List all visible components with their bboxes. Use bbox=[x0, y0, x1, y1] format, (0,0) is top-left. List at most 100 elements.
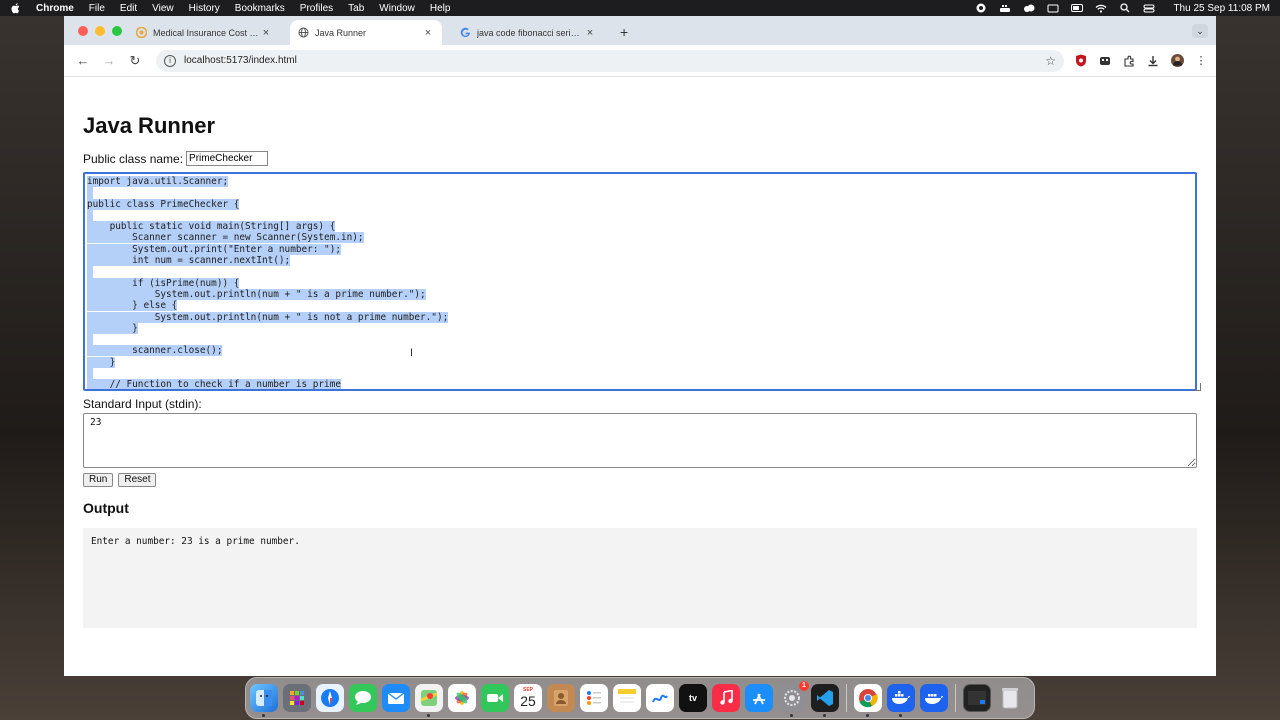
resize-handle[interactable] bbox=[1193, 383, 1201, 391]
menu-edit[interactable]: Edit bbox=[120, 3, 137, 14]
reminders-icon[interactable] bbox=[580, 684, 608, 712]
apple-icon[interactable] bbox=[10, 2, 22, 14]
cloud-icon[interactable] bbox=[1023, 3, 1035, 13]
notes-icon[interactable] bbox=[613, 684, 641, 712]
facetime-icon[interactable] bbox=[481, 684, 509, 712]
dock-separator bbox=[955, 684, 956, 712]
code-line-text: System.out.println(num + " is a prime nu… bbox=[87, 288, 426, 300]
menubar-clock[interactable]: Thu 25 Sep 11:08 PM bbox=[1173, 3, 1270, 14]
freeform-icon[interactable] bbox=[646, 684, 674, 712]
vscode-icon[interactable] bbox=[811, 684, 839, 717]
control-center-icon[interactable] bbox=[1143, 3, 1155, 13]
window-maximize-button[interactable] bbox=[112, 26, 122, 36]
launchpad-icon[interactable] bbox=[283, 684, 311, 712]
run-button[interactable]: Run bbox=[83, 473, 114, 487]
site-info-icon[interactable]: i bbox=[164, 54, 176, 67]
kebab-menu-icon[interactable]: ⋮ bbox=[1194, 54, 1208, 68]
tab-search-chevron-icon[interactable]: ⌄ bbox=[1192, 24, 1208, 38]
window-close-button[interactable] bbox=[78, 26, 88, 36]
forward-arrow-icon[interactable]: → bbox=[98, 50, 120, 72]
tab-close-icon[interactable]: × bbox=[422, 27, 434, 39]
menu-app-name[interactable]: Chrome bbox=[36, 3, 74, 14]
notification-badge: 1 bbox=[799, 681, 809, 691]
tab-title: java code fibonacci series - G bbox=[477, 27, 584, 38]
tab-close-icon[interactable]: × bbox=[260, 27, 272, 39]
messages-icon[interactable] bbox=[349, 684, 377, 712]
class-name-row: Public class name: bbox=[83, 151, 269, 166]
avatar[interactable] bbox=[1170, 54, 1184, 68]
code-line bbox=[87, 209, 1193, 222]
contacts-icon[interactable] bbox=[547, 684, 575, 712]
calendar-icon[interactable]: SEP 25 bbox=[514, 684, 542, 712]
puzzle-icon[interactable] bbox=[1122, 54, 1136, 68]
window-minimize-button[interactable] bbox=[95, 26, 105, 36]
menu-history[interactable]: History bbox=[189, 3, 220, 14]
code-line: System.out.println(num + " is a prime nu… bbox=[87, 288, 1193, 300]
reload-icon[interactable]: ↻ bbox=[124, 50, 146, 72]
photos-icon[interactable] bbox=[448, 684, 476, 712]
menu-bar: Chrome File Edit View History Bookmarks … bbox=[0, 0, 1280, 16]
tab-java-runner[interactable]: Java Runner × bbox=[290, 20, 442, 45]
code-line-text bbox=[87, 334, 93, 346]
code-line bbox=[87, 266, 1193, 278]
code-line-text: if (isPrime(num)) { bbox=[87, 277, 240, 289]
tab-title: Medical Insurance Cost Datas bbox=[153, 27, 260, 38]
code-line: System.out.println(num + " is not a prim… bbox=[87, 311, 1193, 323]
docker-tray-icon[interactable] bbox=[999, 3, 1011, 13]
code-line: } bbox=[87, 322, 1193, 334]
reset-button[interactable]: Reset bbox=[118, 473, 157, 487]
docker-icon[interactable] bbox=[887, 684, 915, 717]
code-line-text: } else { bbox=[87, 300, 178, 312]
bookmark-star-icon[interactable]: ☆ bbox=[1045, 54, 1056, 68]
code-line-text: } bbox=[87, 356, 116, 368]
code-line-text bbox=[87, 266, 93, 278]
apple-tv-icon[interactable]: tv bbox=[679, 684, 707, 712]
url-text[interactable]: localhost:5173/index.html bbox=[184, 55, 297, 66]
code-line: public static void main(String[] args) { bbox=[87, 221, 1193, 233]
menu-file[interactable]: File bbox=[89, 3, 105, 14]
class-name-input[interactable] bbox=[186, 151, 269, 166]
tab-google-search[interactable]: java code fibonacci series - G × bbox=[452, 20, 604, 45]
finder-icon[interactable] bbox=[250, 684, 278, 717]
safari-icon[interactable] bbox=[316, 684, 344, 712]
search-icon[interactable] bbox=[1119, 3, 1131, 13]
tab-close-icon[interactable]: × bbox=[584, 27, 596, 39]
wifi-icon[interactable] bbox=[1095, 3, 1107, 13]
code-editor-textarea[interactable]: import java.util.Scanner; public class P… bbox=[83, 172, 1197, 391]
minimized-window-icon[interactable] bbox=[963, 684, 991, 712]
running-indicator bbox=[899, 714, 902, 717]
trash-icon[interactable] bbox=[996, 684, 1024, 712]
menu-tab[interactable]: Tab bbox=[348, 3, 364, 14]
browser-window: Medical Insurance Cost Datas × Java Runn… bbox=[64, 16, 1216, 676]
stdin-label: Standard Input (stdin): bbox=[83, 397, 202, 411]
code-line-text bbox=[87, 368, 93, 380]
battery-icon[interactable] bbox=[1071, 3, 1084, 13]
menu-profiles[interactable]: Profiles bbox=[300, 3, 333, 14]
menu-help[interactable]: Help bbox=[430, 3, 451, 14]
text-cursor-icon: I bbox=[410, 347, 414, 359]
display-icon[interactable] bbox=[1047, 3, 1059, 13]
tab-medical-insurance[interactable]: Medical Insurance Cost Datas × bbox=[128, 20, 280, 45]
extension-icon[interactable] bbox=[1098, 54, 1112, 68]
music-icon[interactable] bbox=[712, 684, 740, 712]
app-store-icon[interactable] bbox=[745, 684, 773, 712]
menu-bookmarks[interactable]: Bookmarks bbox=[235, 3, 285, 14]
chrome-icon[interactable] bbox=[854, 684, 882, 717]
stdin-textarea[interactable]: 23 bbox=[83, 413, 1197, 468]
record-icon[interactable] bbox=[975, 3, 987, 13]
docker-desktop-icon[interactable] bbox=[920, 684, 948, 712]
code-line-text: scanner.close(); bbox=[87, 345, 223, 357]
code-line: Scanner scanner = new Scanner(System.in)… bbox=[87, 232, 1193, 244]
menu-view[interactable]: View bbox=[152, 3, 174, 14]
system-settings-icon[interactable]: 1 bbox=[778, 681, 809, 717]
maps-icon[interactable] bbox=[415, 684, 443, 717]
mail-icon[interactable] bbox=[382, 684, 410, 712]
running-indicator bbox=[866, 714, 869, 717]
back-arrow-icon[interactable]: ← bbox=[72, 50, 94, 72]
address-bar[interactable]: i localhost:5173/index.html ☆ bbox=[156, 49, 1064, 72]
new-tab-icon[interactable]: + bbox=[620, 24, 628, 40]
window-controls bbox=[78, 26, 122, 36]
ublock-extension-icon[interactable] bbox=[1074, 54, 1088, 68]
download-icon[interactable] bbox=[1146, 54, 1160, 68]
menu-window[interactable]: Window bbox=[379, 3, 415, 14]
